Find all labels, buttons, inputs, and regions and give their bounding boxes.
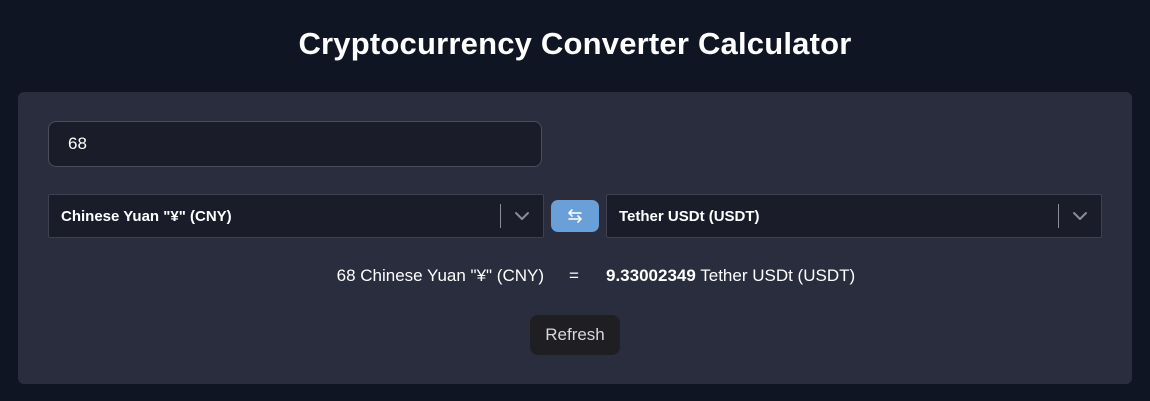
to-currency-value: Tether USDt (USDT)	[619, 207, 760, 225]
from-currency-select[interactable]: Chinese Yuan "¥" (CNY)	[48, 194, 544, 238]
conversion-result: 68 Chinese Yuan "¥" (CNY) = 9.33002349 T…	[18, 266, 1132, 290]
chevron-down-icon[interactable]	[1059, 195, 1101, 237]
from-currency-value: Chinese Yuan "¥" (CNY)	[61, 207, 232, 225]
result-to-currency: Tether USDt (USDT)	[700, 266, 856, 285]
swap-arrows-icon	[566, 208, 584, 224]
to-currency-select[interactable]: Tether USDt (USDT)	[606, 194, 1102, 238]
result-to-amount: 9.33002349 Tether USDt (USDT)	[606, 266, 855, 286]
chevron-down-icon[interactable]	[501, 195, 543, 237]
equals-sign: =	[569, 266, 579, 285]
converter-card: Chinese Yuan "¥" (CNY) Tether USDt (USDT…	[18, 92, 1132, 384]
refresh-button[interactable]: Refresh	[530, 315, 620, 355]
result-from-amount: 68 Chinese Yuan "¥" (CNY)	[336, 266, 544, 285]
page-title: Cryptocurrency Converter Calculator	[298, 26, 852, 61]
result-value: 9.33002349	[606, 266, 696, 285]
swap-currencies-button[interactable]	[551, 200, 599, 232]
amount-input[interactable]	[48, 121, 542, 167]
